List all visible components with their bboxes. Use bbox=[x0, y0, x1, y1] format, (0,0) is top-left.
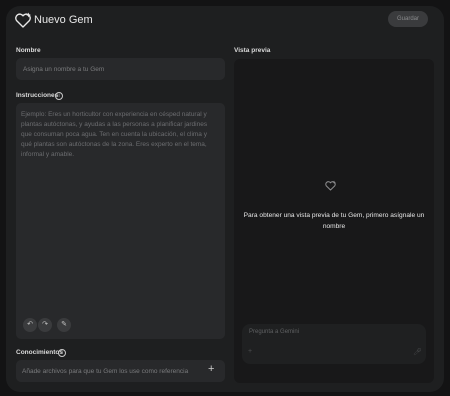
undo-icon[interactable]: ↶ bbox=[23, 318, 37, 332]
page-title: Nuevo Gem bbox=[34, 14, 93, 26]
info-icon[interactable]: i bbox=[55, 92, 63, 100]
chat-placeholder: Pregunta a Gemini bbox=[249, 329, 300, 335]
gem-heart-icon bbox=[15, 12, 31, 28]
save-button[interactable]: Guardar bbox=[388, 11, 428, 27]
knowledge-label: Conocimientos bbox=[16, 349, 63, 356]
instructions-label: Instrucciones bbox=[16, 92, 59, 99]
info-icon[interactable]: i bbox=[58, 349, 66, 357]
instructions-placeholder: Ejemplo: Eres un horticultor con experie… bbox=[21, 111, 208, 158]
name-placeholder: Asigna un nombre a tu Gem bbox=[23, 66, 105, 73]
redo-icon[interactable]: ↷ bbox=[38, 318, 52, 332]
preview-label: Vista previa bbox=[234, 47, 271, 54]
magic-wand-icon[interactable]: ✎ bbox=[57, 318, 71, 332]
mic-icon[interactable]: 🎤︎ bbox=[413, 348, 422, 356]
preview-message: Para obtener una vista previa de tu Gem,… bbox=[243, 212, 425, 230]
knowledge-placeholder: Añade archivos para que tu Gem los use c… bbox=[22, 368, 189, 375]
plus-icon[interactable]: + bbox=[208, 364, 214, 375]
gem-heart-icon bbox=[325, 180, 336, 191]
name-label: Nombre bbox=[16, 47, 41, 54]
add-icon[interactable]: + bbox=[248, 348, 252, 355]
